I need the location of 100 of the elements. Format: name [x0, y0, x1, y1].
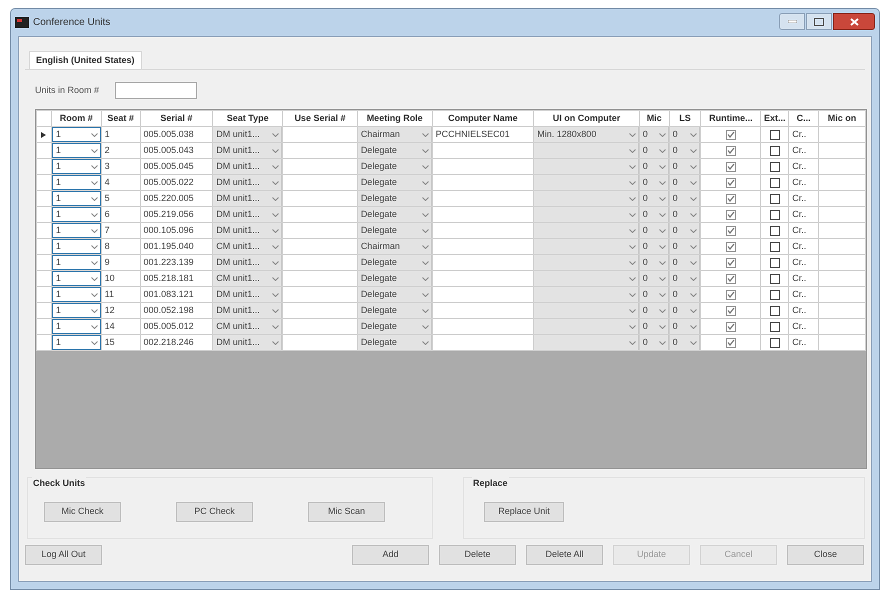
seat-type-dropdown[interactable]: DM unit1... — [214, 192, 282, 206]
runtime-checkbox[interactable] — [726, 290, 736, 300]
room-dropdown[interactable]: 1 — [52, 192, 100, 206]
ext-checkbox[interactable] — [770, 258, 780, 268]
ls-dropdown[interactable]: 0 — [670, 304, 700, 318]
footer-button[interactable]: Delete — [439, 545, 516, 565]
runtime-checkbox[interactable] — [726, 338, 736, 348]
mic-dropdown[interactable]: 0 — [640, 144, 668, 158]
ls-dropdown[interactable]: 0 — [670, 144, 700, 158]
ext-checkbox[interactable] — [770, 146, 780, 156]
runtime-checkbox[interactable] — [726, 130, 736, 140]
runtime-checkbox[interactable] — [726, 242, 736, 252]
mic-dropdown[interactable]: 0 — [640, 160, 668, 174]
ls-dropdown[interactable]: 0 — [670, 240, 700, 254]
close-button[interactable] — [833, 13, 875, 30]
mic-dropdown[interactable]: 0 — [640, 272, 668, 286]
footer-button[interactable]: Add — [352, 545, 429, 565]
seat-type-dropdown[interactable]: DM unit1... — [214, 176, 282, 190]
seat-type-dropdown[interactable]: DM unit1... — [214, 288, 282, 302]
room-dropdown[interactable]: 1 — [52, 304, 100, 318]
ls-dropdown[interactable]: 0 — [670, 336, 700, 350]
meeting-role-dropdown[interactable]: Delegate — [358, 336, 432, 350]
ls-dropdown[interactable]: 0 — [670, 272, 700, 286]
meeting-role-dropdown[interactable]: Delegate — [358, 176, 432, 190]
ext-checkbox[interactable] — [770, 194, 780, 204]
check-button[interactable]: Mic Check — [44, 502, 121, 522]
ext-checkbox[interactable] — [770, 322, 780, 332]
meeting-role-dropdown[interactable]: Delegate — [358, 288, 432, 302]
runtime-checkbox[interactable] — [726, 226, 736, 236]
room-dropdown[interactable]: 1 — [52, 176, 100, 190]
room-dropdown[interactable]: 1 — [52, 240, 100, 254]
room-dropdown[interactable]: 1 — [52, 336, 100, 350]
ui-dropdown[interactable]: Min. 1280x800 — [534, 128, 638, 142]
ls-dropdown[interactable]: 0 — [670, 224, 700, 238]
mic-dropdown[interactable]: 0 — [640, 256, 668, 270]
footer-button[interactable]: Delete All — [526, 545, 603, 565]
ext-checkbox[interactable] — [770, 210, 780, 220]
room-dropdown[interactable]: 1 — [52, 256, 100, 270]
room-dropdown[interactable]: 1 — [52, 128, 100, 142]
room-dropdown[interactable]: 1 — [52, 224, 100, 238]
meeting-role-dropdown[interactable]: Delegate — [358, 304, 432, 318]
room-dropdown[interactable]: 1 — [52, 160, 100, 174]
ext-checkbox[interactable] — [770, 242, 780, 252]
seat-type-dropdown[interactable]: DM unit1... — [214, 304, 282, 318]
footer-button[interactable]: Log All Out — [25, 545, 102, 565]
ext-checkbox[interactable] — [770, 162, 780, 172]
room-dropdown[interactable]: 1 — [52, 288, 100, 302]
meeting-role-dropdown[interactable]: Delegate — [358, 224, 432, 238]
mic-dropdown[interactable]: 0 — [640, 320, 668, 334]
mic-dropdown[interactable]: 0 — [640, 304, 668, 318]
meeting-role-dropdown[interactable]: Chairman — [358, 240, 432, 254]
meeting-role-dropdown[interactable]: Delegate — [358, 192, 432, 206]
meeting-role-dropdown[interactable]: Delegate — [358, 272, 432, 286]
ls-dropdown[interactable]: 0 — [670, 192, 700, 206]
seat-type-dropdown[interactable]: CM unit1... — [214, 240, 282, 254]
ls-dropdown[interactable]: 0 — [670, 256, 700, 270]
ls-dropdown[interactable]: 0 — [670, 160, 700, 174]
runtime-checkbox[interactable] — [726, 258, 736, 268]
ext-checkbox[interactable] — [770, 130, 780, 140]
ls-dropdown[interactable]: 0 — [670, 288, 700, 302]
runtime-checkbox[interactable] — [726, 146, 736, 156]
language-tab[interactable]: English (United States) — [29, 51, 142, 69]
mic-dropdown[interactable]: 0 — [640, 128, 668, 142]
meeting-role-dropdown[interactable]: Chairman — [358, 128, 432, 142]
row-header[interactable] — [36, 126, 52, 142]
meeting-role-dropdown[interactable]: Delegate — [358, 320, 432, 334]
ls-dropdown[interactable]: 0 — [670, 176, 700, 190]
room-dropdown[interactable]: 1 — [52, 272, 100, 286]
ls-dropdown[interactable]: 0 — [670, 320, 700, 334]
mic-dropdown[interactable]: 0 — [640, 336, 668, 350]
runtime-checkbox[interactable] — [726, 178, 736, 188]
meeting-role-dropdown[interactable]: Delegate — [358, 208, 432, 222]
maximize-button[interactable] — [806, 13, 832, 30]
ext-checkbox[interactable] — [770, 274, 780, 284]
mic-dropdown[interactable]: 0 — [640, 192, 668, 206]
mic-dropdown[interactable]: 0 — [640, 176, 668, 190]
mic-dropdown[interactable]: 0 — [640, 240, 668, 254]
minimize-button[interactable] — [779, 13, 805, 30]
runtime-checkbox[interactable] — [726, 274, 736, 284]
replace-button[interactable]: Replace Unit — [484, 502, 564, 522]
units-in-room-field[interactable] — [115, 82, 198, 99]
ls-dropdown[interactable]: 0 — [670, 128, 700, 142]
ls-dropdown[interactable]: 0 — [670, 208, 700, 222]
mic-dropdown[interactable]: 0 — [640, 224, 668, 238]
room-dropdown[interactable]: 1 — [52, 208, 100, 222]
check-button[interactable]: Mic Scan — [308, 502, 385, 522]
runtime-checkbox[interactable] — [726, 210, 736, 220]
meeting-role-dropdown[interactable]: Delegate — [358, 160, 432, 174]
seat-type-dropdown[interactable]: DM unit1... — [214, 128, 282, 142]
ext-checkbox[interactable] — [770, 290, 780, 300]
meeting-role-dropdown[interactable]: Delegate — [358, 144, 432, 158]
seat-type-dropdown[interactable]: DM unit1... — [214, 224, 282, 238]
footer-button[interactable]: Close — [787, 545, 864, 565]
seat-type-dropdown[interactable]: DM unit1... — [214, 256, 282, 270]
seat-type-dropdown[interactable]: DM unit1... — [214, 336, 282, 350]
seat-type-dropdown[interactable]: DM unit1... — [214, 208, 282, 222]
ext-checkbox[interactable] — [770, 226, 780, 236]
seat-type-dropdown[interactable]: CM unit1... — [214, 272, 282, 286]
meeting-role-dropdown[interactable]: Delegate — [358, 256, 432, 270]
check-button[interactable]: PC Check — [176, 502, 253, 522]
